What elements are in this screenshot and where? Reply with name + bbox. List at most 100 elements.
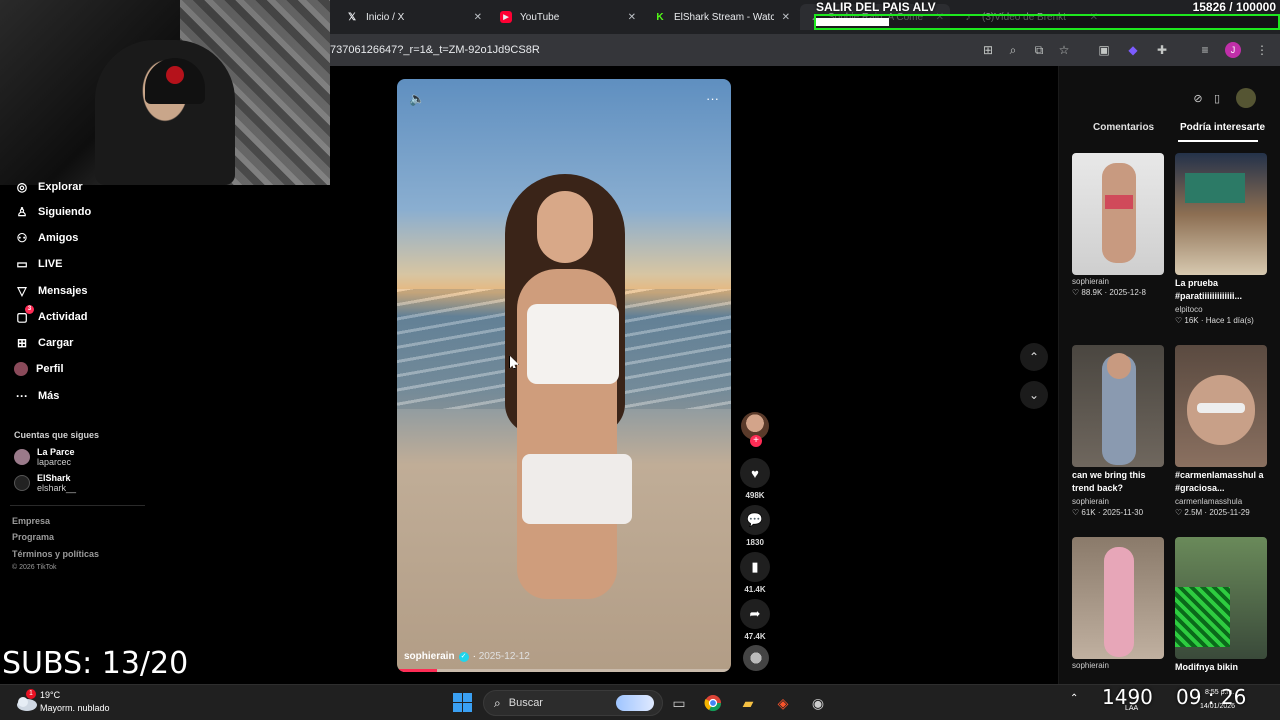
obs-icon[interactable]: ◉ [807, 692, 829, 714]
x-logo-icon: 𝕏 [347, 11, 357, 23]
link-icon[interactable]: ⊘ [1188, 88, 1208, 108]
follow-plus-icon[interactable]: + [750, 435, 762, 447]
volume-icon[interactable]: 🔈 [409, 91, 425, 107]
card-stats: ♡ 61K · 2025-11-30 [1072, 508, 1144, 517]
card-user: sophierain [1072, 661, 1109, 670]
task-view-icon[interactable]: ▭ [668, 692, 690, 714]
tab-x[interactable]: 𝕏 Inicio / X ✕ [338, 4, 488, 30]
save-button[interactable]: ▮ 41.4K [740, 552, 770, 594]
search-placeholder: Buscar [508, 697, 543, 709]
nav-actividad[interactable]: ▢ 3 Actividad [14, 305, 88, 325]
extension-icon[interactable]: ◆ [1125, 42, 1141, 58]
video-card[interactable]: sophierain [1072, 537, 1164, 670]
comment-icon: 💬 [740, 505, 770, 535]
video-card[interactable]: sophierain ♡ 88.9K · 2025-12-8 [1072, 153, 1164, 297]
card-stats: ♡ 88.9K · 2025-12-8 [1072, 288, 1146, 297]
video-date: 2025-12-12 [478, 651, 530, 662]
nav-perfil[interactable]: Perfil [14, 362, 64, 376]
verified-icon: ✓ [458, 651, 469, 662]
close-icon[interactable]: ✕ [628, 12, 636, 23]
previous-video-button[interactable]: ⌃ [1020, 343, 1048, 371]
more-icon: ··· [16, 389, 28, 403]
comment-button[interactable]: 💬 1830 [740, 505, 770, 547]
profile-avatar-icon[interactable]: J [1225, 42, 1241, 58]
footer-link[interactable]: Términos y políticas [12, 549, 99, 559]
divider [10, 505, 145, 506]
video-card[interactable]: La prueba #paratiiiiiiiiiiiii... elpitoc… [1175, 153, 1267, 325]
translate-icon[interactable]: ⊞ [980, 42, 996, 58]
nav-label: Cargar [38, 337, 74, 349]
video-player[interactable]: 🔈 ··· sophierain ✓ · 2025-12-12 [397, 79, 731, 672]
more-options-icon[interactable]: ··· [706, 91, 719, 106]
phone-icon[interactable]: ▯ [1207, 88, 1227, 108]
video-card[interactable]: #carmenlamasshul a #graciosa... carmenla… [1175, 345, 1267, 517]
card-user: sophierain [1072, 497, 1109, 506]
bookmark-star-icon[interactable]: ☆ [1056, 42, 1072, 58]
video-card[interactable]: can we bring this trend back? sophierain… [1072, 345, 1164, 517]
account-handle: laparcec [37, 457, 72, 467]
like-count: 498K [745, 491, 765, 500]
like-button[interactable]: ♥ 498K [740, 458, 770, 500]
weather-temperature: 19°C [40, 690, 61, 700]
account-handle: elshark__ [37, 483, 77, 493]
overlay-clock: 09 : 26 [1176, 685, 1247, 709]
nav-cargar[interactable]: ⊞ Cargar [14, 335, 74, 351]
zoom-icon[interactable]: ⌕ [1005, 42, 1021, 58]
nav-live[interactable]: ▭ LIVE [14, 256, 62, 272]
share-button[interactable]: ➦ 47.4K [740, 599, 770, 641]
active-tab-indicator [1178, 140, 1258, 142]
copyright: © 2026 TikTok [12, 564, 57, 571]
menu-kebab-icon[interactable]: ⋮ [1254, 42, 1270, 58]
tab-recommended[interactable]: Podría interesarte [1180, 122, 1265, 133]
chevron-up-icon: ⌃ [1028, 350, 1040, 364]
card-stats: ♡ 16K · Hace 1 día(s) [1175, 316, 1254, 325]
card-user: carmenlamasshula [1175, 497, 1243, 506]
video-username[interactable]: sophierain [404, 651, 455, 662]
account-avatar[interactable] [1236, 88, 1256, 108]
nav-label: Mensajes [38, 285, 88, 297]
windows-start-icon[interactable] [453, 693, 472, 712]
overlay-counter: 1490 [1102, 685, 1153, 709]
footer-link[interactable]: Programa [12, 532, 54, 542]
file-explorer-icon[interactable]: ▰ [737, 692, 759, 714]
tab-kick[interactable]: K ElShark Stream - Watc ✕ [646, 4, 796, 30]
video-thumbnail [1175, 345, 1267, 467]
nav-amigos[interactable]: ⚇ Amigos [14, 230, 79, 246]
tab-comments[interactable]: Comentarios [1093, 122, 1154, 133]
puzzle-icon[interactable]: ✚ [1154, 42, 1170, 58]
nav-mensajes[interactable]: ▽ Mensajes [14, 283, 88, 299]
nav-siguiendo[interactable]: ♙ Siguiendo [14, 204, 92, 220]
goal-progress-bar [814, 14, 1280, 30]
close-icon[interactable]: ✕ [474, 12, 482, 23]
footer-link[interactable]: Empresa [12, 516, 50, 526]
video-meta: sophierain ✓ · 2025-12-12 [404, 651, 530, 662]
music-disc-icon[interactable] [743, 645, 769, 671]
media-icon[interactable]: ≡ [1197, 42, 1213, 58]
video-progress-bar[interactable] [397, 669, 731, 672]
card-title: can we bring this trend back? [1072, 470, 1146, 493]
chrome-icon[interactable] [702, 692, 724, 714]
heart-icon: ♥ [740, 458, 770, 488]
nav-label: LIVE [38, 258, 63, 270]
close-icon[interactable]: ✕ [782, 12, 790, 23]
chevron-down-icon: ⌄ [1028, 388, 1040, 402]
screen: 𝕏 Inicio / X ✕ ▶ YouTube ✕ K ElShark Str… [0, 0, 1280, 720]
nav-mas[interactable]: ··· Más [14, 388, 59, 404]
next-video-button[interactable]: ⌄ [1020, 381, 1048, 409]
video-thumbnail [1175, 153, 1267, 275]
account-name: ElShark [37, 473, 71, 483]
taskbar-search[interactable]: ⌕ Buscar [483, 690, 663, 716]
tab-youtube[interactable]: ▶ YouTube ✕ [492, 4, 642, 30]
following-account[interactable]: ElShark elshark__ [14, 473, 76, 493]
video-thumbnail [1072, 537, 1164, 659]
tray-chevron-icon[interactable]: ⌃ [1070, 693, 1078, 704]
video-card[interactable]: Modifnya bikin [1175, 537, 1267, 674]
card-user: elpitoco [1175, 305, 1203, 314]
weather-description: Mayorm. nublado [40, 703, 110, 713]
address-bar[interactable]: 73706126647?_r=1&_t=ZM-92o1Jd9CS8R [330, 44, 540, 56]
brave-icon[interactable]: ◈ [772, 692, 794, 714]
nav-explorar[interactable]: ◎ Explorar [14, 179, 83, 195]
following-account[interactable]: La Parce laparcec [14, 447, 75, 467]
screenshot-icon[interactable]: ▣ [1096, 42, 1112, 58]
install-icon[interactable]: ⧉ [1031, 42, 1047, 58]
